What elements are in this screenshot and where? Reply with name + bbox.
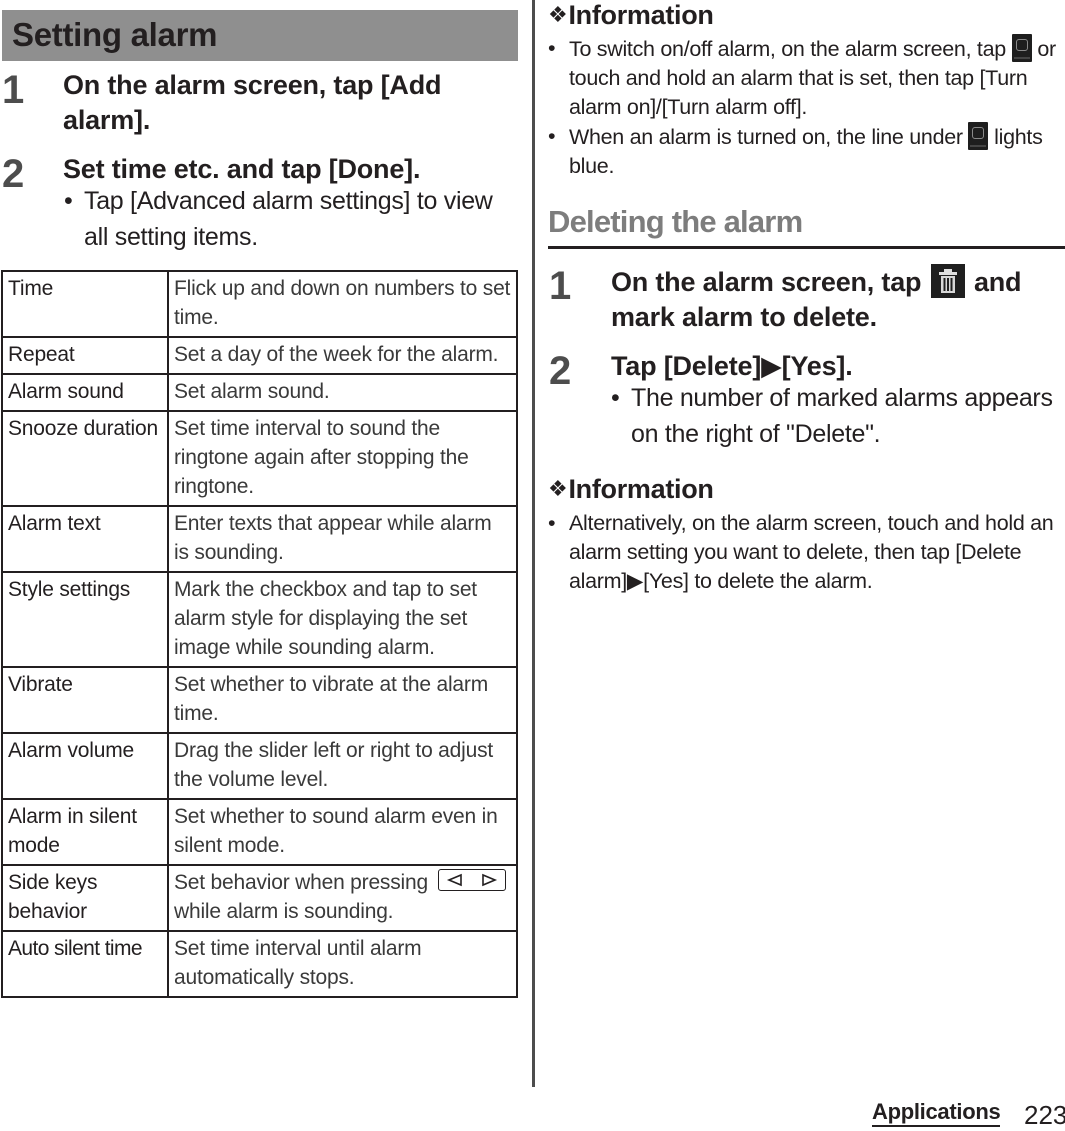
bullet-text-part: When an alarm is turned on, the line und… xyxy=(569,125,963,149)
step-text: On the alarm screen, tap [Add alarm]. xyxy=(63,70,442,135)
table-row: Time Flick up and down on numbers to set… xyxy=(1,270,518,338)
diamond-icon: ❖ xyxy=(548,2,568,27)
setting-name: Side keys behavior xyxy=(1,864,169,932)
setting-description: Drag the slider left or right to adjust … xyxy=(167,732,518,800)
bullet-text-part: To switch on/off alarm, on the alarm scr… xyxy=(569,37,1006,61)
setting-name: Snooze duration xyxy=(1,410,169,507)
setting-description: Set alarm sound. xyxy=(167,373,518,412)
information-heading-text: Information xyxy=(568,474,714,504)
information-bullet: • Alternatively, on the alarm screen, to… xyxy=(548,509,1063,596)
setting-name: Alarm text xyxy=(1,505,169,573)
bullet-dot: • xyxy=(611,384,620,412)
chapter-label: Applications xyxy=(872,1099,1001,1127)
alarm-clock-icon xyxy=(1011,34,1032,62)
setting-description: Enter texts that appear while alarm is s… xyxy=(167,505,518,573)
bullet-dot: • xyxy=(64,187,73,215)
setting-description: Set a day of the week for the alarm. xyxy=(167,336,518,375)
step-bullet: • The number of marked alarms appears on… xyxy=(611,380,1063,452)
setting-description: Flick up and down on numbers to set time… xyxy=(167,270,518,338)
subsection-title: Deleting the alarm xyxy=(548,204,803,239)
step-text: Set time etc. and tap [Done]. xyxy=(63,154,421,184)
step-number: 1 xyxy=(549,264,572,308)
step-text: On the alarm screen, tap and mark alarm … xyxy=(611,264,1051,335)
table-row: Side keys behavior Set behavior when pre… xyxy=(1,864,518,932)
step-bullet: • Tap [Advanced alarm settings] to view … xyxy=(64,183,512,255)
step-number: 2 xyxy=(549,349,572,393)
setting-name: Repeat xyxy=(1,336,169,375)
table-row: Alarm sound Set alarm sound. xyxy=(1,373,518,412)
alarm-clock-icon xyxy=(968,122,989,150)
setting-name: Alarm in silent mode xyxy=(1,798,169,866)
setting-description: Set whether to vibrate at the alarm time… xyxy=(167,666,518,734)
information-heading: ❖Information xyxy=(548,474,714,505)
bullet-dot: • xyxy=(548,511,556,535)
table-row: Alarm volume Drag the slider left or rig… xyxy=(1,732,518,800)
bullet-text: The number of marked alarms appears on t… xyxy=(631,384,1053,448)
setting-name: Vibrate xyxy=(1,666,169,734)
column-divider xyxy=(532,0,535,1087)
setting-description: Mark the checkbox and tap to set alarm s… xyxy=(167,571,518,668)
information-heading: ❖Information xyxy=(548,0,714,31)
section-title-bar: Setting alarm xyxy=(2,10,518,61)
description-part: while alarm is sounding. xyxy=(174,900,394,923)
setting-name: Time xyxy=(1,270,169,338)
section-title: Setting alarm xyxy=(12,16,218,53)
bullet-text: When an alarm is turned on, the line und… xyxy=(548,122,1063,181)
information-bullet: • To switch on/off alarm, on the alarm s… xyxy=(548,34,1063,122)
table-row: Alarm text Enter texts that appear while… xyxy=(1,505,518,573)
diamond-icon: ❖ xyxy=(548,476,568,501)
setting-description: Set whether to sound alarm even in silen… xyxy=(167,798,518,866)
setting-description: Set time interval until alarm automatica… xyxy=(167,930,518,998)
step-number: 2 xyxy=(2,152,25,196)
setting-name: Auto silent time xyxy=(1,930,169,998)
bullet-dot: • xyxy=(548,124,556,148)
page-number: 223 xyxy=(1024,1100,1065,1130)
table-row: Snooze duration Set time interval to sou… xyxy=(1,410,518,507)
setting-name: Alarm sound xyxy=(1,373,169,412)
bullet-text: Tap [Advanced alarm settings] to view al… xyxy=(84,187,493,251)
bullet-text: Alternatively, on the alarm screen, touc… xyxy=(569,511,1054,593)
step-number: 1 xyxy=(2,68,25,112)
setting-name: Style settings xyxy=(1,571,169,668)
setting-name: Alarm volume xyxy=(1,732,169,800)
table-row: Alarm in silent mode Set whether to soun… xyxy=(1,798,518,866)
step-text: Tap [Delete]▶[Yes]. xyxy=(611,351,853,381)
table-row: Repeat Set a day of the week for the ala… xyxy=(1,336,518,375)
table-row: Style settings Mark the checkbox and tap… xyxy=(1,571,518,668)
subsection-rule xyxy=(548,246,1065,249)
setting-description: Set behavior when pressing while alarm i… xyxy=(167,864,518,932)
table-row: Auto silent time Set time interval until… xyxy=(1,930,518,998)
information-bullet: • When an alarm is turned on, the line u… xyxy=(548,122,1063,181)
side-keys-icon xyxy=(437,869,506,891)
step-text-part: On the alarm screen, tap xyxy=(611,267,922,297)
trash-icon xyxy=(930,264,965,298)
alarm-settings-table: Time Flick up and down on numbers to set… xyxy=(1,270,518,998)
bullet-dot: • xyxy=(548,36,556,60)
bullet-text: To switch on/off alarm, on the alarm scr… xyxy=(548,34,1063,122)
description-part: Set behavior when pressing xyxy=(174,871,428,894)
information-heading-text: Information xyxy=(568,0,714,30)
setting-description: Set time interval to sound the ringtone … xyxy=(167,410,518,507)
table-row: Vibrate Set whether to vibrate at the al… xyxy=(1,666,518,734)
